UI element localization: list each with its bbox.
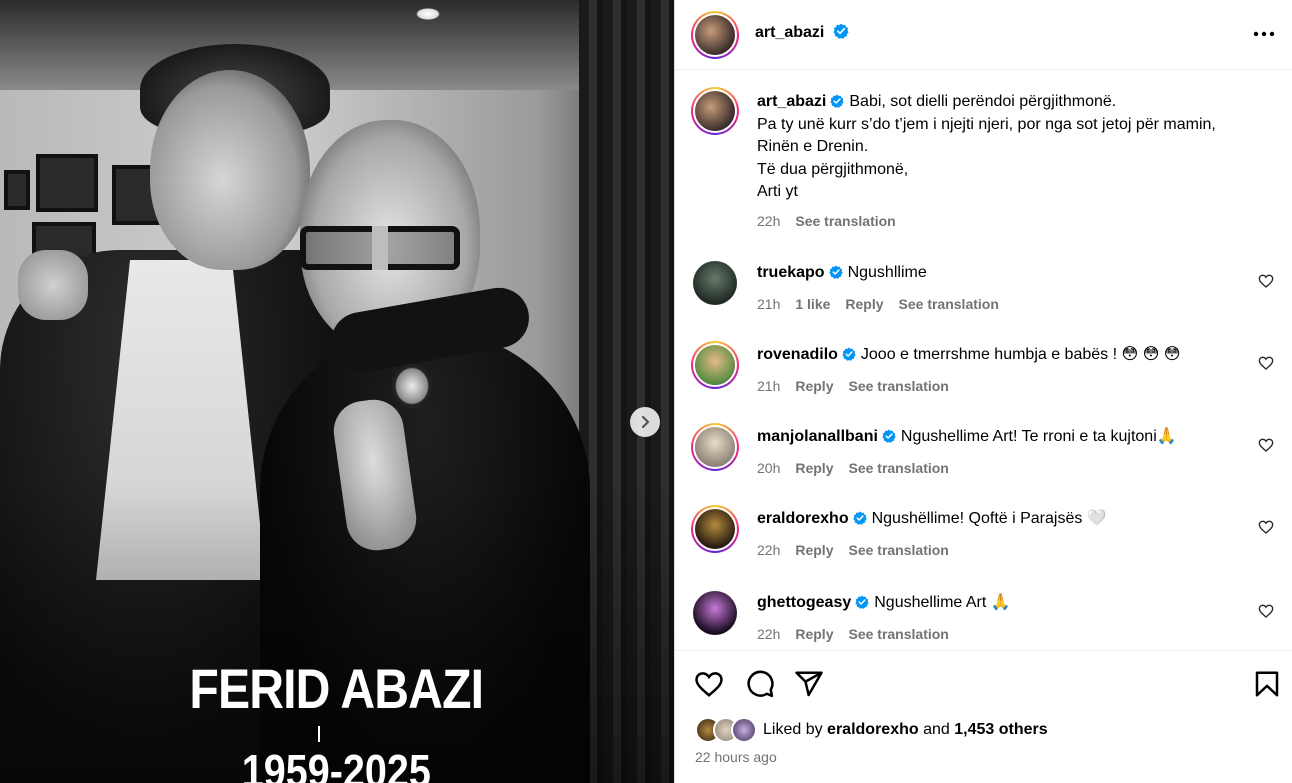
comment-text: Jooo e tmerrshme humbja e babës ! 😳 😳 😳 [860,346,1181,363]
commenter-username[interactable]: ghettogeasy [757,594,851,611]
commenter-username[interactable]: manjolanallbani [757,428,878,445]
commenter-avatar[interactable] [693,261,737,305]
next-arrow-icon [641,415,650,429]
image-bottom-shade [0,483,674,783]
carousel-next-button[interactable] [630,407,660,437]
comment-timestamp[interactable]: 21h [757,296,780,312]
comment-item: manjolanallbani Ngushellime Art! Te rron… [691,423,1276,483]
comment-text: Ngushellime Art 🙏 [874,594,1011,611]
commenter-avatar[interactable] [691,423,739,471]
image-wall-frame [4,170,30,210]
see-translation-link[interactable]: See translation [848,626,948,642]
caption-line: Të dua përgjithmonë, [757,160,909,178]
comment-like-heart-icon[interactable] [1258,355,1274,371]
post-actions: Liked by eraldorexho and 1,453 others 22… [675,650,1292,783]
comment-like-heart-icon[interactable] [1258,603,1274,619]
reply-button[interactable]: Reply [845,296,883,312]
comment-like-heart-icon[interactable] [1258,437,1274,453]
comment-item: truekapo Ngushllime 21h 1 like Reply See… [691,259,1276,319]
liked-by-user[interactable]: eraldorexho [827,721,919,739]
image-hand-left [18,250,88,320]
verified-badge-icon [830,94,845,108]
see-translation-link[interactable]: See translation [848,378,948,394]
comment-timestamp[interactable]: 22h [757,542,780,558]
bookmark-icon[interactable] [1252,669,1282,699]
verified-badge-icon [842,347,856,361]
post-image[interactable]: FERID ABAZI 1959-2025 [0,0,674,783]
commenter-avatar[interactable] [693,591,737,635]
image-person-left-face [150,70,310,270]
more-options-icon [1253,31,1275,37]
comment-text: Ngushllime [847,264,927,281]
image-watch [392,364,432,408]
comment-item: rovenadilo Jooo e tmerrshme humbja e bab… [691,341,1276,401]
comment-like-heart-icon[interactable] [1258,273,1274,289]
reply-button[interactable]: Reply [795,542,833,558]
image-wall-frame [36,154,98,212]
commenter-avatar[interactable] [691,341,739,389]
caption: art_abazi Babi, sot dielli perëndoi përg… [691,87,1276,237]
commenter-username[interactable]: rovenadilo [757,346,838,363]
post-timestamp[interactable]: 22 hours ago [695,749,777,765]
more-options-button[interactable] [1252,22,1276,46]
comments-list[interactable]: art_abazi Babi, sot dielli perëndoi përg… [675,71,1292,649]
reply-button[interactable]: Reply [795,626,833,642]
image-ceiling [0,0,674,90]
image-glasses [300,226,460,270]
reply-button[interactable]: Reply [795,460,833,476]
author-username[interactable]: art_abazi [755,24,824,41]
comment-timestamp[interactable]: 21h [757,378,780,394]
comment-text: Ngushëllime! Qoftë i Parajsës 🤍 [871,510,1107,527]
comment-likes-count[interactable]: 1 like [795,296,830,312]
author-name-group: art_abazi [755,23,849,42]
caption-timestamp[interactable]: 22h [757,213,780,229]
heart-icon[interactable] [694,669,724,699]
comment-item: ghettogeasy Ngushellime Art 🙏 22h Reply … [691,589,1276,649]
see-translation-link[interactable]: See translation [848,460,948,476]
verified-badge-icon [828,265,843,279]
caption-username[interactable]: art_abazi [757,93,826,110]
caption-author-avatar[interactable] [691,87,739,135]
commenter-username[interactable]: truekapo [757,264,825,281]
verified-badge-icon [852,511,867,525]
comment-like-heart-icon[interactable] [1258,519,1274,535]
comment-timestamp[interactable]: 22h [757,626,780,642]
caption-line: Babi, sot dielli perëndoi përgjithmonë. [849,93,1117,110]
comment-icon[interactable] [745,669,775,699]
image-ceiling-lamp [416,8,440,20]
liker-avatars [695,717,757,743]
commenter-username[interactable]: eraldorexho [757,510,849,527]
post-header: art_abazi [675,0,1292,70]
likes-summary[interactable]: Liked by eraldorexho and 1,453 others [695,717,1048,743]
see-translation-link[interactable]: See translation [899,296,999,312]
commenter-avatar[interactable] [691,505,739,553]
caption-line: Arti yt [757,183,798,200]
author-avatar[interactable] [691,11,739,59]
avatar [731,717,757,743]
comment-text: Ngushellime Art! Te rroni e ta kujtoni🙏 [900,428,1177,445]
verified-badge-icon [833,23,849,39]
caption-line: Pa ty unë kurr s’do t’jem i njejti njeri… [757,115,1216,156]
image-overlay-divider [318,726,320,742]
comment-item: eraldorexho Ngushëllime! Qoftë i Parajsë… [691,505,1276,565]
liked-by-prefix: Liked by [763,721,823,738]
post-details-pane: art_abazi art_abazi Babi, sot dielli per… [674,0,1292,783]
liked-by-and: and [923,721,950,738]
share-icon[interactable] [794,669,824,699]
verified-badge-icon [882,429,896,443]
see-translation-link[interactable]: See translation [848,542,948,558]
image-overlay-years: 1959-2025 [241,745,431,783]
image-overlay-name: FERID ABAZI [189,657,484,720]
likes-others-count[interactable]: 1,453 others [954,721,1047,739]
comment-timestamp[interactable]: 20h [757,460,780,476]
verified-badge-icon [855,595,869,609]
see-translation-link[interactable]: See translation [795,213,895,229]
reply-button[interactable]: Reply [795,378,833,394]
